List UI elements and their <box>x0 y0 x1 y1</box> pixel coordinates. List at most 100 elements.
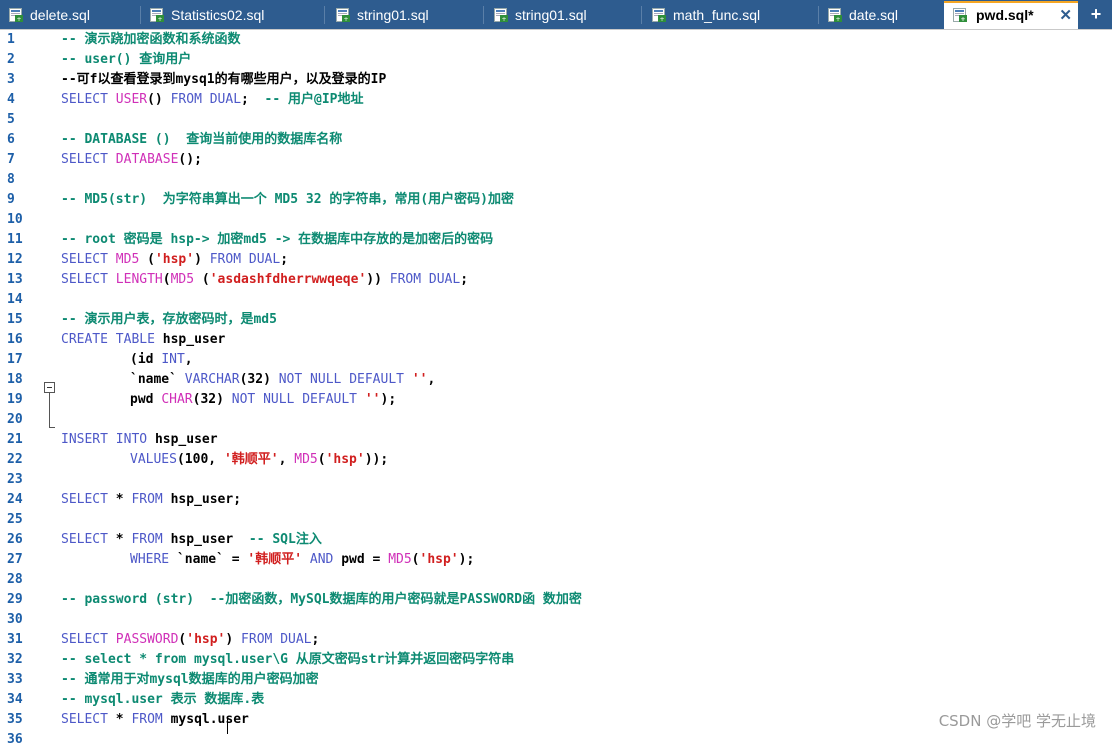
sql-file-icon: + <box>9 8 23 23</box>
code-text: -- 演示跷加密函数和系统函数 <box>61 32 241 47</box>
line-number: 2 <box>7 52 15 67</box>
watermark: CSDN @学吧 学无止境 <box>938 712 1096 730</box>
code-line[interactable]: 21 INSERT INTO hsp_user <box>0 430 1112 450</box>
code-text: -- MD5(str) 为字符串算出一个 MD5 32 的字符串，常用(用户密码… <box>61 192 515 207</box>
code-line[interactable]: 19 pwd CHAR(32) NOT NULL DEFAULT ''); <box>0 390 1112 410</box>
code-line[interactable]: 9 -- MD5(str) 为字符串算出一个 MD5 32 的字符串，常用(用户密… <box>0 190 1112 210</box>
sql-file-icon: + <box>953 8 967 23</box>
line-number: 5 <box>7 112 15 127</box>
line-number: 30 <box>7 612 23 627</box>
code-line[interactable]: 28 <box>0 570 1112 590</box>
sql-file-icon: + <box>828 8 842 23</box>
tab-math-func-sql[interactable]: + math_func.sql <box>651 1 816 29</box>
code-text: (id INT, <box>130 352 193 367</box>
line-number: 27 <box>7 552 23 567</box>
code-line[interactable]: 10 <box>0 210 1112 230</box>
tab-separator <box>140 6 141 24</box>
code-line[interactable]: 27 WHERE `name` = '韩顺平' AND pwd = MD5('hs… <box>0 550 1112 570</box>
tab-delete-sql[interactable]: + delete.sql <box>8 1 138 29</box>
line-number: 22 <box>7 452 23 467</box>
code-line[interactable]: 13 SELECT LENGTH(MD5 ('asdashfdherrwwqeqe… <box>0 270 1112 290</box>
code-line[interactable]: 30 <box>0 610 1112 630</box>
line-number: 33 <box>7 672 23 687</box>
code-text: SELECT LENGTH(MD5 ('asdashfdherrwwqeqe')… <box>61 272 469 287</box>
tab-statistics02-sql[interactable]: + Statistics02.sql <box>149 1 319 29</box>
code-line[interactable]: 34 -- mysql.user 表示 数据库.表 <box>0 690 1112 710</box>
code-line[interactable]: 8 <box>0 170 1112 190</box>
tab-separator <box>641 6 642 24</box>
code-line[interactable]: 25 <box>0 510 1112 530</box>
line-number: 16 <box>7 332 23 347</box>
sql-file-icon: + <box>652 8 666 23</box>
code-text: -- select * from mysql.user\G 从原文密码str计算… <box>61 652 515 667</box>
line-number: 15 <box>7 312 23 327</box>
tab-pwd-sql[interactable]: + pwd.sql* ✕ <box>944 1 1078 29</box>
tab-date-sql[interactable]: + date.sql <box>827 1 937 29</box>
line-number: 31 <box>7 632 23 647</box>
code-line[interactable]: 24 SELECT * FROM hsp_user; <box>0 490 1112 510</box>
line-number: 7 <box>7 152 15 167</box>
line-number: 17 <box>7 352 23 367</box>
code-text: CREATE TABLE hsp_user <box>61 332 226 347</box>
line-number: 18 <box>7 372 23 387</box>
code-line[interactable]: 5 <box>0 110 1112 130</box>
code-line[interactable]: 31 SELECT PASSWORD('hsp') FROM DUAL; <box>0 630 1112 650</box>
close-icon[interactable]: ✕ <box>1059 3 1072 28</box>
code-text: pwd CHAR(32) NOT NULL DEFAULT ''); <box>130 392 397 407</box>
sql-editor[interactable]: 1 -- 演示跷加密函数和系统函数 2 -- user() 查询用户 3 --可f以查看登… <box>0 30 1112 747</box>
code-line[interactable]: 17 (id INT, <box>0 350 1112 370</box>
line-number: 9 <box>7 192 15 207</box>
code-line[interactable]: 7 SELECT DATABASE(); <box>0 150 1112 170</box>
code-line[interactable]: 26 SELECT * FROM hsp_user -- SQL注入 <box>0 530 1112 550</box>
line-number: 12 <box>7 252 23 267</box>
line-number: 36 <box>7 732 23 747</box>
code-line[interactable]: 4 SELECT USER() FROM DUAL; -- 用户@IP地址 <box>0 90 1112 110</box>
code-line[interactable]: 3 --可f以查看登录到mysq1的有哪些用户，以及登录的IP <box>0 70 1112 90</box>
line-number: 35 <box>7 712 23 727</box>
editor-tab-bar: + delete.sql + Statistics02.sql + string… <box>0 0 1112 30</box>
svg-text:+: + <box>960 16 965 23</box>
svg-text:+: + <box>659 16 664 23</box>
svg-text:+: + <box>343 16 348 23</box>
code-line[interactable]: 11 -- root 密码是 hsp-> 加密md5 -> 在数据库中存放的是加密… <box>0 230 1112 250</box>
code-line[interactable]: 6 -- DATABASE () 查询当前使用的数据库名称 <box>0 130 1112 150</box>
code-line[interactable]: 20 <box>0 410 1112 430</box>
tab-string01-sql[interactable]: + string01.sql <box>335 1 480 29</box>
code-text: -- 通常用于对mysql数据库的用户密码加密 <box>61 672 319 687</box>
code-text: SELECT DATABASE(); <box>61 152 202 167</box>
code-line[interactable]: 29 -- password (str) --加密函数，MySQL数据库的用户密码… <box>0 590 1112 610</box>
line-number: 1 <box>7 32 15 47</box>
sql-file-icon: + <box>494 8 508 23</box>
code-line[interactable]: 33 -- 通常用于对mysql数据库的用户密码加密 <box>0 670 1112 690</box>
code-text: SELECT USER() FROM DUAL; -- 用户@IP地址 <box>61 92 364 107</box>
code-line[interactable]: 12 SELECT MD5 ('hsp') FROM DUAL; <box>0 250 1112 270</box>
svg-text:+: + <box>157 16 162 23</box>
code-line[interactable]: 32 -- select * from mysql.user\G 从原文密码str… <box>0 650 1112 670</box>
code-line[interactable]: 23 <box>0 470 1112 490</box>
line-number: 14 <box>7 292 23 307</box>
line-number: 32 <box>7 652 23 667</box>
code-line[interactable]: 2 -- user() 查询用户 <box>0 50 1112 70</box>
code-text: SELECT * FROM mysql.user <box>61 712 249 727</box>
code-line[interactable]: 18 `name` VARCHAR(32) NOT NULL DEFAULT ''… <box>0 370 1112 390</box>
code-line[interactable]: 16 CREATE TABLE hsp_user <box>0 330 1112 350</box>
tab-label: date.sql <box>849 7 899 23</box>
code-text: -- root 密码是 hsp-> 加密md5 -> 在数据库中存放的是加密后的… <box>61 232 494 247</box>
tab-label: delete.sql <box>30 7 90 23</box>
code-line[interactable]: 36 <box>0 730 1112 750</box>
line-number: 25 <box>7 512 23 527</box>
sql-file-icon: + <box>150 8 164 23</box>
code-line[interactable]: 22 VALUES(100, '韩顺平', MD5('hsp')); <box>0 450 1112 470</box>
svg-text:+: + <box>835 16 840 23</box>
code-text: SELECT PASSWORD('hsp') FROM DUAL; <box>61 632 320 647</box>
tab-label: Statistics02.sql <box>171 7 265 23</box>
code-line[interactable]: 15 -- 演示用户表，存放密码时，是md5 <box>0 310 1112 330</box>
line-number: 6 <box>7 132 15 147</box>
code-line[interactable]: 1 -- 演示跷加密函数和系统函数 <box>0 30 1112 50</box>
add-tab-button[interactable]: + <box>1086 3 1106 25</box>
line-number: 4 <box>7 92 15 107</box>
code-line[interactable]: 14 <box>0 290 1112 310</box>
tab-string01-sql-2[interactable]: + string01.sql <box>493 1 638 29</box>
tab-label: string01.sql <box>357 7 429 23</box>
line-number: 11 <box>7 232 23 247</box>
